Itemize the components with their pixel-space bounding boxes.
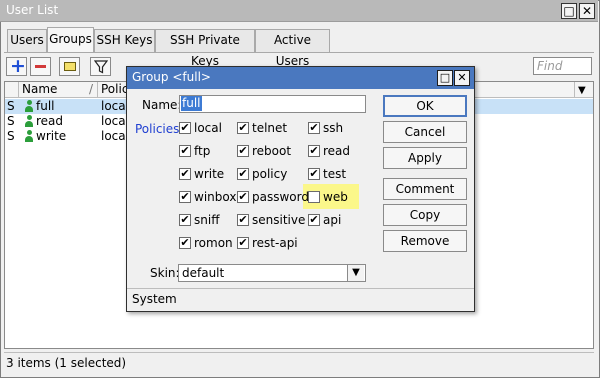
column-header-name[interactable]: Name / [19, 82, 98, 98]
row-name: read [36, 114, 64, 128]
name-field[interactable]: full [179, 95, 366, 113]
filter-button[interactable] [90, 57, 111, 76]
policy-label-test: test [323, 167, 347, 181]
policy-checkbox-sensitive[interactable]: ✔ [237, 214, 249, 226]
tab-ssh-keys[interactable]: SSH Keys [94, 29, 155, 52]
comment-button[interactable]: Comment [383, 178, 467, 200]
policy-label-reboot: reboot [252, 144, 292, 158]
window-title: User List [6, 3, 59, 17]
comment-button[interactable] [59, 57, 80, 76]
column-menu-button[interactable]: ▼ [575, 82, 593, 98]
window-restore-button[interactable]: □ [561, 3, 577, 19]
policy-checkbox-winbox[interactable]: ✔ [179, 191, 191, 203]
tab-label: SSH Keys [96, 33, 153, 47]
tab-label: Users [10, 33, 44, 47]
status-bar: 3 items (1 selected) [4, 352, 594, 372]
policy-label-sniff: sniff [194, 213, 220, 227]
row-name: full [36, 99, 55, 113]
skin-select[interactable]: default [178, 264, 366, 282]
policy-checkbox-telnet[interactable]: ✔ [237, 122, 249, 134]
close-icon: ✕ [581, 4, 593, 18]
note-icon [64, 62, 76, 71]
row-name: write [36, 129, 67, 143]
restore-icon: □ [439, 71, 451, 84]
policy-checkbox-policy[interactable]: ✔ [237, 168, 249, 180]
policy-checkbox-sniff[interactable]: ✔ [179, 214, 191, 226]
find-input[interactable]: Find [533, 57, 592, 75]
add-button[interactable]: + [6, 55, 27, 77]
policy-label-api: api [323, 213, 342, 227]
policy-label-write: write [194, 167, 225, 181]
policy-label-web: web [323, 190, 348, 204]
window-close-button[interactable]: ✕ [579, 3, 595, 19]
policy-checkbox-reboot[interactable]: ✔ [237, 145, 249, 157]
policy-checkbox-ssh[interactable]: ✔ [308, 122, 320, 134]
group-dialog: Group <full> □ ✕ Name: full Policies: ✔ … [126, 66, 475, 312]
ok-button[interactable]: OK [383, 95, 467, 117]
policy-checkbox-rest-api[interactable]: ✔ [237, 237, 249, 249]
tab-active-users[interactable]: Active Users [255, 29, 330, 68]
user-group-icon [25, 130, 33, 142]
plus-icon: + [10, 55, 26, 77]
cancel-button[interactable]: Cancel [383, 121, 467, 143]
tab-users[interactable]: Users [7, 29, 47, 52]
skin-label: Skin: [150, 266, 180, 280]
user-group-icon [25, 100, 33, 112]
policy-checkbox-local[interactable]: ✔ [179, 122, 191, 134]
tab-groups[interactable]: Groups [47, 27, 94, 53]
dialog-title: Group <full> [132, 70, 211, 84]
policy-label-password: password [252, 190, 309, 204]
chevron-down-icon: ▼ [352, 267, 360, 278]
row-flag: S [7, 114, 15, 128]
skin-value: default [182, 266, 225, 280]
policy-checkbox-romon[interactable]: ✔ [179, 237, 191, 249]
policy-checkbox-password[interactable]: ✔ [237, 191, 249, 203]
remove-button[interactable] [30, 57, 51, 76]
policy-label-policy: policy [252, 167, 288, 181]
tab-divider [4, 52, 594, 53]
tab-ssh-private-keys[interactable]: SSH Private Keys [155, 29, 255, 68]
dialog-status: System [132, 292, 177, 306]
close-icon: ✕ [457, 71, 467, 84]
row-flag: S [7, 99, 15, 113]
funnel-icon [94, 60, 108, 74]
policy-label-ftp: ftp [194, 144, 211, 158]
policy-checkbox-read[interactable]: ✔ [308, 145, 320, 157]
tab-label: Groups [49, 32, 92, 46]
policy-checkbox-web[interactable] [308, 191, 320, 203]
policy-checkbox-ftp[interactable]: ✔ [179, 145, 191, 157]
name-value: full [181, 96, 202, 111]
apply-button[interactable]: Apply [383, 147, 467, 169]
policy-label-winbox: winbox [194, 190, 237, 204]
sort-icon: / [89, 82, 94, 96]
policy-checkbox-write[interactable]: ✔ [179, 168, 191, 180]
policy-label-ssh: ssh [323, 121, 344, 135]
policy-label-romon: romon [194, 236, 233, 250]
name-label: Name: [142, 98, 182, 112]
policy-label-rest-api: rest-api [252, 236, 298, 250]
copy-button[interactable]: Copy [383, 204, 467, 226]
policy-label-read: read [323, 144, 351, 158]
restore-icon: □ [563, 4, 575, 18]
policy-label-telnet: telnet [252, 121, 288, 135]
row-flag: S [7, 129, 15, 143]
dialog-divider [127, 288, 474, 289]
dialog-close-button[interactable]: ✕ [454, 70, 470, 86]
column-header-label: Name [22, 82, 58, 96]
dialog-restore-button[interactable]: □ [437, 70, 453, 86]
policy-checkbox-test[interactable]: ✔ [308, 168, 320, 180]
policy-label-local: local [194, 121, 222, 135]
tab-label: Active Users [273, 33, 312, 68]
column-header-flag[interactable] [5, 82, 19, 98]
dialog-titlebar[interactable]: Group <full> □ ✕ [127, 67, 474, 89]
minus-icon [35, 65, 46, 68]
remove-button[interactable]: Remove [383, 230, 467, 252]
user-group-icon [25, 115, 33, 127]
window-titlebar[interactable]: User List □ ✕ [0, 0, 598, 22]
chevron-down-icon: ▼ [578, 85, 586, 96]
policy-label-sensitive: sensitive [252, 213, 306, 227]
policy-checkbox-api[interactable]: ✔ [308, 214, 320, 226]
skin-dropdown-button[interactable]: ▼ [347, 265, 364, 281]
policies-label: Policies: [135, 122, 184, 136]
